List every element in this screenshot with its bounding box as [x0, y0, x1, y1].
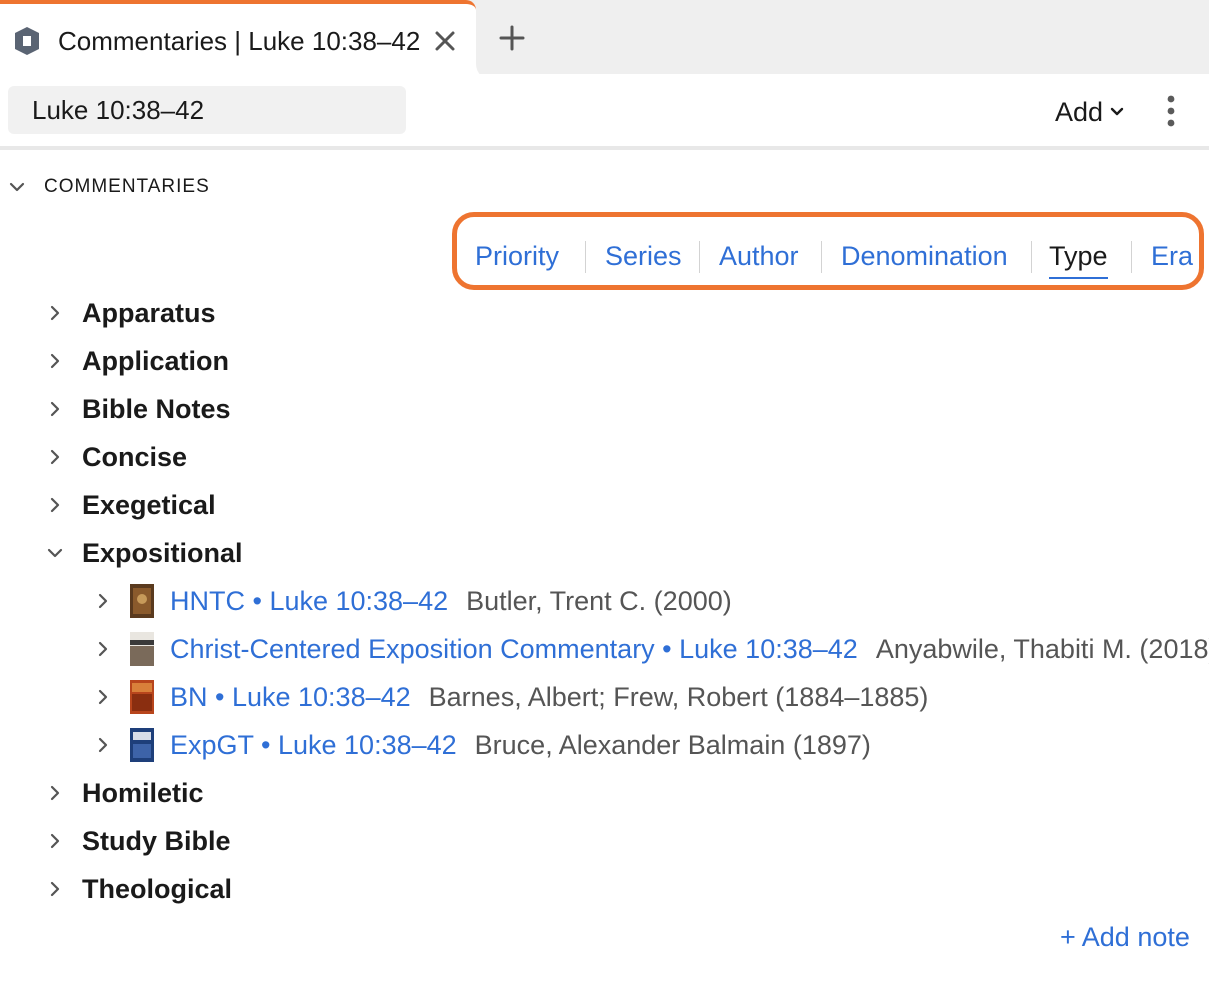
chevron-right-icon[interactable] [46, 304, 64, 322]
category-theological[interactable]: Theological [46, 869, 232, 909]
section-title: COMMENTARIES [44, 176, 210, 197]
category-label: Application [82, 345, 229, 376]
book-cover-icon [130, 584, 154, 618]
sort-separator [1131, 241, 1132, 273]
sort-option-denomination[interactable]: Denomination [841, 239, 1008, 273]
book-cover-icon [130, 632, 154, 666]
chevron-right-icon[interactable] [46, 784, 64, 802]
tab-bar: Commentaries | Luke 10:38–42 [0, 0, 1209, 80]
reference-input[interactable] [8, 86, 406, 134]
resource-row[interactable]: HNTC • Luke 10:38–42 Butler, Trent C. (2… [94, 581, 732, 621]
add-button[interactable]: Add [1055, 94, 1125, 130]
tab-title: Commentaries | Luke 10:38–42 [58, 26, 421, 56]
category-label: Concise [82, 441, 188, 472]
chevron-right-icon[interactable] [94, 688, 112, 706]
chevron-down-icon [1110, 107, 1124, 116]
chevron-down-icon[interactable] [46, 544, 64, 562]
sort-separator [699, 241, 700, 273]
sort-option-era[interactable]: Era [1151, 239, 1193, 273]
sort-option-series[interactable]: Series [605, 239, 682, 273]
add-button-label: Add [1055, 96, 1104, 127]
category-label: Theological [82, 873, 233, 904]
category-homiletic[interactable]: Homiletic [46, 773, 204, 813]
category-apparatus[interactable]: Apparatus [46, 293, 216, 333]
sort-option-author[interactable]: Author [719, 239, 799, 273]
toolbar: Add [0, 74, 1209, 148]
resource-link[interactable]: Christ-Centered Exposition Commentary • … [170, 634, 858, 665]
resource-row[interactable]: ExpGT • Luke 10:38–42 Bruce, Alexander B… [94, 725, 871, 765]
chevron-right-icon[interactable] [94, 640, 112, 658]
category-label: Study Bible [82, 825, 231, 856]
chevron-down-icon[interactable] [8, 178, 26, 196]
chevron-right-icon[interactable] [46, 496, 64, 514]
category-label: Apparatus [82, 297, 216, 328]
resource-link[interactable]: HNTC • Luke 10:38–42 [170, 586, 448, 617]
chevron-right-icon[interactable] [94, 592, 112, 610]
category-label: Bible Notes [82, 393, 231, 424]
panel-icon [15, 27, 39, 55]
category-bible-notes[interactable]: Bible Notes [46, 389, 231, 429]
sort-option-type[interactable]: Type [1049, 239, 1108, 279]
close-icon[interactable] [432, 28, 458, 54]
toolbar-divider [0, 146, 1209, 150]
category-expositional[interactable]: Expositional [46, 533, 243, 573]
more-options-icon[interactable] [1160, 94, 1182, 128]
resource-author: Bruce, Alexander Balmain (1897) [474, 729, 871, 760]
sort-separator [821, 241, 822, 273]
category-concise[interactable]: Concise [46, 437, 187, 477]
sort-option-priority[interactable]: Priority [475, 239, 559, 273]
plus-icon[interactable] [498, 24, 526, 52]
chevron-right-icon[interactable] [46, 448, 64, 466]
chevron-right-icon[interactable] [46, 880, 64, 898]
sort-separator [585, 241, 586, 273]
book-cover-icon [130, 680, 154, 714]
active-tab[interactable]: Commentaries | Luke 10:38–42 [0, 0, 476, 80]
category-application[interactable]: Application [46, 341, 229, 381]
resource-author: Butler, Trent C. (2000) [466, 585, 732, 616]
resource-row[interactable]: BN • Luke 10:38–42 Barnes, Albert; Frew,… [94, 677, 928, 717]
resource-author: Anyabwile, Thabiti M. (2018) [875, 633, 1209, 664]
resource-row[interactable]: Christ-Centered Exposition Commentary • … [94, 629, 1209, 669]
resource-link[interactable]: ExpGT • Luke 10:38–42 [170, 730, 457, 761]
category-label: Expositional [82, 537, 243, 568]
category-study-bible[interactable]: Study Bible [46, 821, 231, 861]
category-exegetical[interactable]: Exegetical [46, 485, 216, 525]
resource-author: Barnes, Albert; Frew, Robert (1884–1885) [428, 681, 929, 712]
sort-separator [1031, 241, 1032, 273]
category-label: Exegetical [82, 489, 216, 520]
add-note-link[interactable]: + Add note [1060, 922, 1190, 953]
resource-link[interactable]: BN • Luke 10:38–42 [170, 682, 411, 713]
book-cover-icon [130, 728, 154, 762]
chevron-right-icon[interactable] [46, 400, 64, 418]
chevron-right-icon[interactable] [46, 832, 64, 850]
chevron-right-icon[interactable] [94, 736, 112, 754]
chevron-right-icon[interactable] [46, 352, 64, 370]
category-label: Homiletic [82, 777, 204, 808]
sort-options-bar: Priority Series Author Denomination Type… [452, 212, 1204, 290]
